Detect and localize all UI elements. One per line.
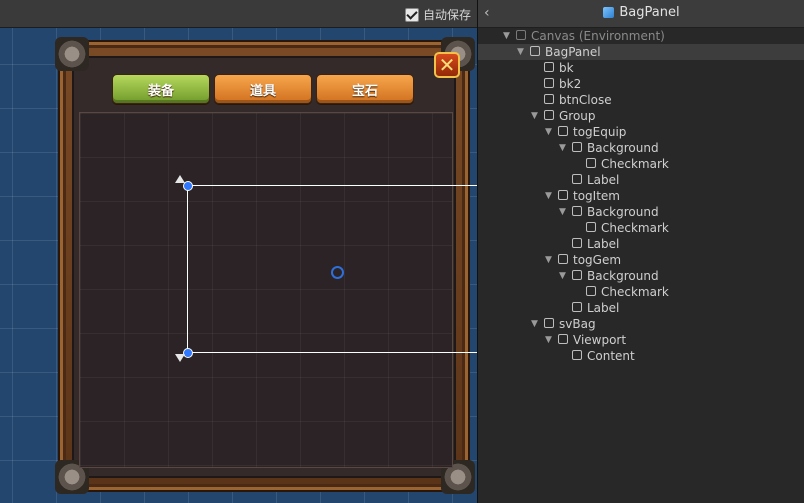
scroll-view-content-area[interactable] [79, 112, 453, 468]
gameobject-cube-icon [544, 110, 554, 120]
hierarchy-item[interactable]: btnClose [478, 92, 804, 108]
hierarchy-item[interactable]: Label [478, 300, 804, 316]
rect-selection-bottom-edge[interactable] [187, 352, 477, 353]
gameobject-cube-icon [544, 62, 554, 72]
hierarchy-item[interactable]: ▼ Viewport [478, 332, 804, 348]
hierarchy-title: BagPanel [478, 5, 804, 20]
expand-arrow-icon[interactable]: ▼ [545, 252, 552, 268]
gameobject-cube-icon [586, 158, 596, 168]
hierarchy-item-label: bk2 [559, 77, 582, 91]
gameobject-cube-icon [558, 126, 568, 136]
anchor-bottom-icon[interactable] [175, 354, 185, 362]
gameobject-cube-icon [558, 254, 568, 264]
expand-arrow-icon[interactable]: ▼ [545, 332, 552, 348]
hierarchy-item-label: Group [559, 109, 596, 123]
hierarchy-item-label: Background [587, 141, 659, 155]
hierarchy-item-label: Label [587, 237, 620, 251]
expand-arrow-icon[interactable]: ▼ [503, 28, 510, 44]
hierarchy-item[interactable]: bk [478, 60, 804, 76]
hierarchy-tree: ▼ Canvas (Environment) ▼ BagPanel bk bk2 btnCl… [478, 28, 804, 364]
hierarchy-item[interactable]: ▼ Group [478, 108, 804, 124]
hierarchy-item-label: Label [587, 173, 620, 187]
hierarchy-item-label: Viewport [573, 333, 627, 347]
pivot-icon[interactable] [331, 266, 344, 279]
hierarchy-item-label: BagPanel [545, 45, 601, 59]
gameobject-cube-icon [544, 94, 554, 104]
expand-arrow-icon[interactable]: ▼ [531, 108, 538, 124]
hierarchy-item-label: togGem [573, 253, 622, 267]
hierarchy-item-label: togItem [573, 189, 620, 203]
expand-arrow-icon[interactable]: ▼ [531, 316, 538, 332]
scene-view[interactable]: 自动保存 装备 道具 宝石 ✕ [0, 0, 477, 503]
gameobject-cube-icon [586, 222, 596, 232]
gameobject-cube-icon [572, 174, 582, 184]
hierarchy-item[interactable]: Checkmark [478, 156, 804, 172]
hierarchy-item-label: bk [559, 61, 574, 75]
autosave-label: 自动保存 [422, 8, 471, 22]
hierarchy-item[interactable]: ▼ Background [478, 204, 804, 220]
tab-group: 装备 道具 宝石 [112, 74, 414, 104]
gameobject-cube-icon [544, 78, 554, 88]
close-button[interactable]: ✕ [434, 52, 460, 78]
gameobject-cube-icon [572, 270, 582, 280]
hierarchy-item-label: Checkmark [601, 285, 669, 299]
rect-selection-top-edge[interactable] [187, 185, 477, 186]
hierarchy-item[interactable]: Label [478, 172, 804, 188]
gameobject-cube-icon [572, 350, 582, 360]
hierarchy-item[interactable]: ▼ Background [478, 268, 804, 284]
hierarchy-item-label: Checkmark [601, 157, 669, 171]
hierarchy-item[interactable]: ▼ togItem [478, 188, 804, 204]
hierarchy-panel[interactable]: ‹ BagPanel ▼ Canvas (Environment) ▼ BagPane… [477, 0, 804, 503]
gameobject-cube-icon [544, 318, 554, 328]
hierarchy-header: ‹ BagPanel [478, 0, 804, 28]
hierarchy-item-label: Background [587, 205, 659, 219]
autosave-checkbox[interactable] [404, 7, 419, 22]
gameobject-cube-icon [558, 334, 568, 344]
hierarchy-item[interactable]: ▼ Canvas (Environment) [478, 28, 804, 44]
hierarchy-item-label: Background [587, 269, 659, 283]
frame-corner-top-left [55, 37, 89, 71]
gameobject-cube-icon [572, 142, 582, 152]
expand-arrow-icon[interactable]: ▼ [559, 140, 566, 156]
expand-arrow-icon[interactable]: ▼ [559, 268, 566, 284]
hierarchy-item-label: togEquip [573, 125, 627, 139]
expand-arrow-icon[interactable]: ▼ [559, 204, 566, 220]
hierarchy-item-label: svBag [559, 317, 596, 331]
hierarchy-item[interactable]: ▼ svBag [478, 316, 804, 332]
hierarchy-item-label: Content [587, 349, 635, 363]
gameobject-cube-icon [572, 302, 582, 312]
prefab-cube-icon [603, 7, 615, 18]
hierarchy-item-label: btnClose [559, 93, 612, 107]
gameobject-cube-icon [530, 46, 540, 56]
hierarchy-item[interactable]: Checkmark [478, 220, 804, 236]
anchor-top-icon[interactable] [175, 175, 185, 183]
hierarchy-item[interactable]: bk2 [478, 76, 804, 92]
gameobject-cube-icon [586, 286, 596, 296]
expand-arrow-icon[interactable]: ▼ [545, 188, 552, 204]
hierarchy-item-label: Checkmark [601, 221, 669, 235]
autosave-toggle[interactable]: 自动保存 [404, 6, 471, 23]
gameobject-cube-icon [558, 190, 568, 200]
gameobject-cube-icon [572, 206, 582, 216]
hierarchy-item-label: Canvas (Environment) [531, 29, 665, 43]
expand-arrow-icon[interactable]: ▼ [517, 44, 524, 60]
gameobject-cube-icon [572, 238, 582, 248]
hierarchy-item[interactable]: Checkmark [478, 284, 804, 300]
rect-selection-left-edge[interactable] [187, 185, 188, 353]
expand-arrow-icon[interactable]: ▼ [545, 124, 552, 140]
close-icon: ✕ [438, 53, 456, 77]
tab-gem[interactable]: 宝石 [316, 74, 414, 104]
hierarchy-item[interactable]: Label [478, 236, 804, 252]
gameobject-cube-icon [516, 30, 526, 40]
hierarchy-item[interactable]: ▼ BagPanel [478, 44, 804, 60]
hierarchy-item[interactable]: ▼ togGem [478, 252, 804, 268]
hierarchy-title-text: BagPanel [619, 5, 680, 20]
scene-toolbar: 自动保存 [0, 0, 477, 28]
hierarchy-item[interactable]: Content [478, 348, 804, 364]
tab-equip[interactable]: 装备 [112, 74, 210, 104]
hierarchy-item[interactable]: ▼ togEquip [478, 124, 804, 140]
tab-item[interactable]: 道具 [214, 74, 312, 104]
hierarchy-item-label: Label [587, 301, 620, 315]
hierarchy-item[interactable]: ▼ Background [478, 140, 804, 156]
